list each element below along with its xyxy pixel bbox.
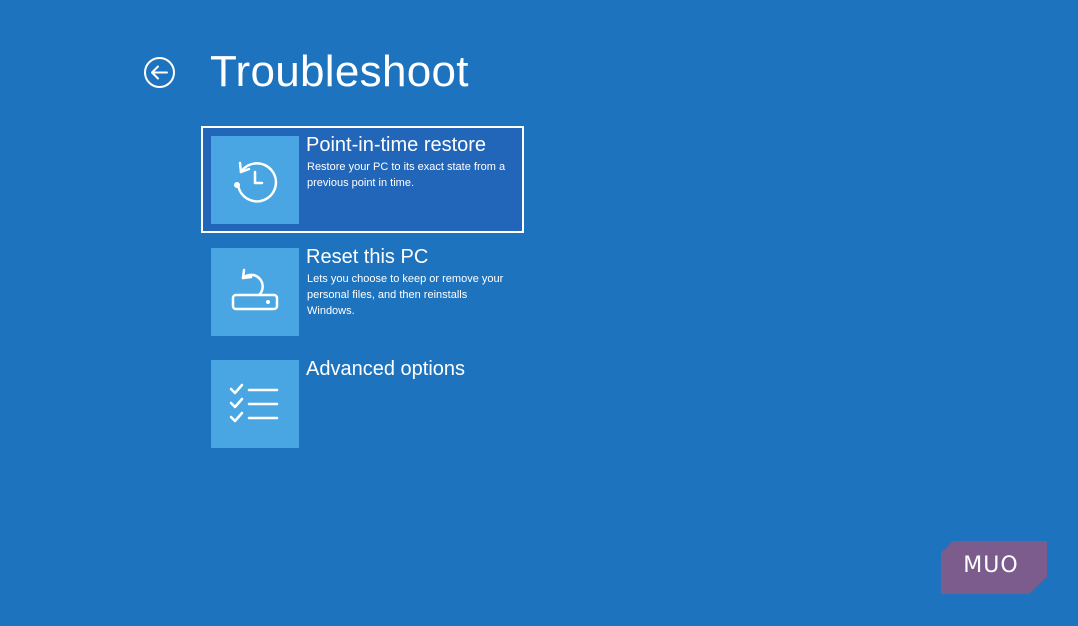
option-advanced-options[interactable]: Advanced options: [201, 350, 524, 457]
option-point-in-time-restore[interactable]: Point-in-time restore Restore your PC to…: [201, 126, 524, 233]
logo-text: MUO: [963, 553, 1019, 578]
option-reset-this-pc[interactable]: Reset this PC Lets you choose to keep or…: [201, 238, 524, 345]
restore-clock-icon: [234, 161, 278, 203]
checklist-icon: [229, 383, 279, 423]
option-tile: [211, 360, 299, 448]
option-description: Lets you choose to keep or remove your p…: [307, 273, 504, 317]
page-title: Troubleshoot: [210, 47, 469, 96]
option-title: Reset this PC: [306, 246, 429, 268]
muo-logo: MUO: [941, 541, 1047, 594]
option-tile: [211, 136, 299, 224]
option-tile: [211, 248, 299, 336]
option-title: Point-in-time restore: [306, 134, 487, 156]
back-arrow-icon: [144, 57, 175, 88]
option-description: Restore your PC to its exact state from …: [307, 161, 506, 189]
back-button[interactable]: [143, 56, 176, 89]
option-title: Advanced options: [306, 358, 466, 380]
reset-pc-icon: [231, 268, 279, 311]
